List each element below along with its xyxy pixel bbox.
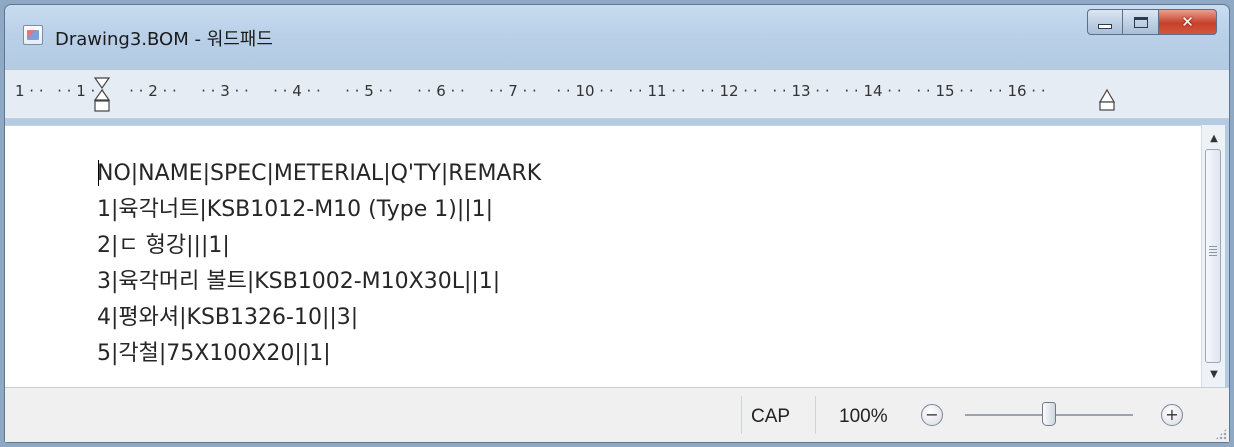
caption-buttons: ✕ <box>1087 9 1217 35</box>
ruler-number: · · 12 · · <box>700 82 758 100</box>
document-line[interactable]: NO|NAME|SPEC|METERIAL|Q'TY|REMARK <box>97 156 541 192</box>
wordpad-window: Drawing3.BOM - 워드패드 ✕ 1 · · · · 1 · · · · … <box>4 4 1230 443</box>
caps-lock-indicator: CAP <box>751 406 791 427</box>
ruler-number: · · 10 · · <box>556 82 614 100</box>
zoom-in-icon[interactable]: + <box>1161 404 1183 426</box>
status-divider <box>815 396 816 434</box>
resize-grip-icon[interactable] <box>1215 428 1227 440</box>
close-button[interactable]: ✕ <box>1159 9 1217 35</box>
document-line[interactable]: 1|육각너트|KSB1012-M10 (Type 1)||1| <box>97 192 541 228</box>
right-indent-marker[interactable] <box>1099 88 1115 114</box>
ruler-number: · · 3 · · <box>201 82 249 100</box>
maximize-button[interactable] <box>1123 9 1159 35</box>
ruler-number: · · 16 · · <box>988 82 1046 100</box>
ruler-number: · · 15 · · <box>916 82 974 100</box>
wordpad-app-icon[interactable] <box>23 25 43 45</box>
status-bar: CAP 100% − + <box>5 387 1229 442</box>
scroll-down-icon[interactable]: ▼ <box>1202 363 1226 385</box>
zoom-slider-thumb[interactable] <box>1042 402 1056 426</box>
document-line[interactable]: 3|육각머리 볼트|KSB1002-M10X30L||1| <box>97 264 541 300</box>
ruler-number: · · 4 · · <box>273 82 321 100</box>
ruler-number: · · 2 · · <box>129 82 177 100</box>
ruler-number: · · 11 · · <box>628 82 686 100</box>
left-indent-marker[interactable] <box>93 76 111 116</box>
maximize-icon <box>1133 16 1148 28</box>
ruler-number: · · 14 · · <box>844 82 902 100</box>
vertical-scrollbar[interactable]: ▲ ▼ <box>1201 125 1225 387</box>
document-text[interactable]: NO|NAME|SPEC|METERIAL|Q'TY|REMARK 1|육각너트… <box>97 156 541 372</box>
window-title: Drawing3.BOM - 워드패드 <box>55 29 273 50</box>
ruler-number: 1 · · <box>15 82 44 100</box>
ruler-number: · · 13 · · <box>772 82 830 100</box>
scroll-up-icon[interactable]: ▲ <box>1202 127 1226 149</box>
close-icon: ✕ <box>1181 12 1194 31</box>
title-bar[interactable]: Drawing3.BOM - 워드패드 ✕ <box>5 5 1229 61</box>
minimize-button[interactable] <box>1087 9 1123 35</box>
ruler-number: · · 5 · · <box>345 82 393 100</box>
grip-icon <box>1209 246 1217 256</box>
document-line[interactable]: 2|ㄷ 형강|||1| <box>97 228 541 264</box>
document-line[interactable]: 5|각철|75X100X20||1| <box>97 336 541 372</box>
ruler[interactable]: 1 · · · · 1 · · · · 2 · · · · 3 · · · · 4 · … <box>5 69 1229 119</box>
document-area[interactable]: NO|NAME|SPEC|METERIAL|Q'TY|REMARK 1|육각너트… <box>5 125 1201 388</box>
scroll-thumb[interactable] <box>1205 149 1221 363</box>
ruler-number: · · 7 · · <box>489 82 537 100</box>
zoom-level-label[interactable]: 100% <box>839 406 888 428</box>
document-line[interactable]: 4|평와셔|KSB1326-10||3| <box>97 300 541 336</box>
ruler-number: · · 6 · · <box>417 82 465 100</box>
ruler-numbers: 1 · · · · 1 · · · · 2 · · · · 3 · · · · 4 · … <box>15 82 1053 100</box>
status-divider <box>741 396 742 434</box>
minimize-icon <box>1098 23 1112 29</box>
zoom-out-icon[interactable]: − <box>921 404 943 426</box>
